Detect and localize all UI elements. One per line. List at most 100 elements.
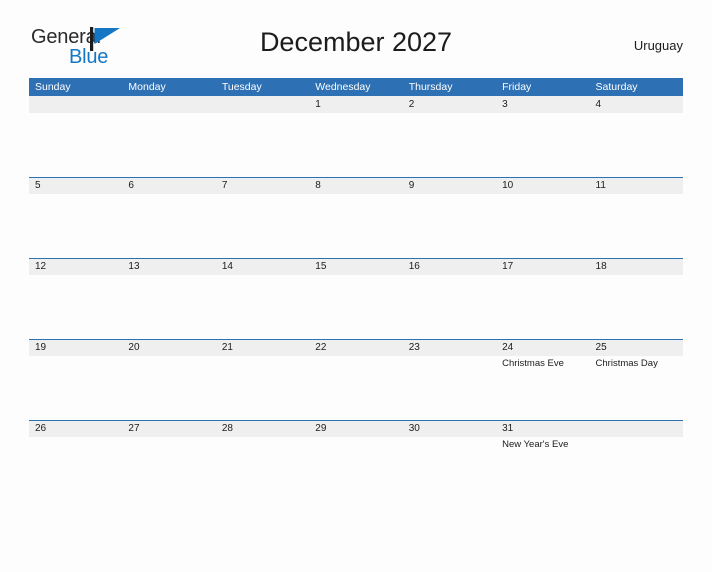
day-number-band: 22 xyxy=(309,339,403,356)
weekday-saturday: Saturday xyxy=(595,81,638,93)
week-row: 12 13 14 15 16 17 18 xyxy=(29,258,683,339)
day-cell[interactable]: 5 xyxy=(29,177,123,258)
day-cell[interactable]: 31 New Year's Eve xyxy=(496,420,590,498)
weekday-monday: Monday xyxy=(128,81,166,93)
day-cell[interactable]: 23 xyxy=(402,339,497,420)
day-number: 4 xyxy=(595,99,602,110)
day-cell[interactable]: 11 xyxy=(589,177,683,258)
day-cell[interactable]: 19 xyxy=(29,339,123,420)
day-number: 13 xyxy=(128,261,140,272)
day-cell[interactable]: 13 xyxy=(122,258,216,339)
day-cell[interactable]: 22 xyxy=(309,339,403,420)
day-number: 6 xyxy=(128,180,134,191)
day-number-band: 25 xyxy=(589,339,683,356)
week-row: 1 2 3 4 xyxy=(29,96,683,177)
day-cell[interactable] xyxy=(215,96,310,177)
day-number: 17 xyxy=(502,261,514,272)
day-number-band: 7 xyxy=(215,177,310,194)
day-number: 9 xyxy=(408,180,415,191)
day-number: 21 xyxy=(221,342,233,353)
day-number-band: 17 xyxy=(496,258,590,275)
day-cell[interactable]: 18 xyxy=(589,258,683,339)
day-number-band: 3 xyxy=(496,96,590,113)
day-number-band: 13 xyxy=(122,258,216,275)
day-number-band xyxy=(215,96,310,113)
day-cell[interactable]: 9 xyxy=(402,177,497,258)
week-row: 19 20 21 22 23 24 Christmas Eve 25 Chris… xyxy=(29,339,683,420)
day-number-band: 18 xyxy=(589,258,683,275)
day-cell[interactable]: 10 xyxy=(496,177,590,258)
day-cell[interactable]: 3 xyxy=(496,96,590,177)
day-number: 29 xyxy=(315,423,327,434)
day-cell[interactable]: 4 xyxy=(589,96,683,177)
day-number: 8 xyxy=(315,180,321,191)
day-number-band: 16 xyxy=(402,258,497,275)
day-number: 12 xyxy=(35,261,47,272)
day-number-band: 10 xyxy=(496,177,590,194)
day-number-band: 6 xyxy=(122,177,216,194)
day-number: 23 xyxy=(408,342,420,353)
day-number: 22 xyxy=(315,342,327,353)
day-cell[interactable]: 8 xyxy=(309,177,403,258)
day-number-band: 27 xyxy=(122,420,216,437)
page-title: December 2027 xyxy=(259,27,453,57)
day-number-band: 2 xyxy=(402,96,497,113)
day-number-band: 20 xyxy=(122,339,216,356)
day-cell[interactable]: 15 xyxy=(309,258,403,339)
day-cell[interactable]: 28 xyxy=(215,420,310,498)
day-number-band: 31 xyxy=(496,420,590,437)
day-number-band: 11 xyxy=(589,177,683,194)
day-cell[interactable]: 12 xyxy=(29,258,123,339)
day-cell[interactable] xyxy=(122,96,216,177)
week-row: 5 6 7 8 9 10 11 xyxy=(29,177,683,258)
day-event: New Year's Eve xyxy=(502,439,569,450)
day-cell[interactable]: 1 xyxy=(309,96,403,177)
day-number-band: 15 xyxy=(309,258,403,275)
day-number-band: 4 xyxy=(589,96,683,113)
day-event: Christmas Eve xyxy=(502,358,564,369)
day-number-band: 19 xyxy=(29,339,123,356)
day-number: 7 xyxy=(221,180,228,191)
day-number: 16 xyxy=(408,261,420,272)
day-number: 18 xyxy=(595,261,607,272)
calendar-region-label: Uruguay xyxy=(633,38,683,53)
day-cell[interactable]: 30 xyxy=(402,420,497,498)
day-cell[interactable]: 25 Christmas Day xyxy=(589,339,683,420)
day-cell[interactable]: 16 xyxy=(402,258,497,339)
day-number: 30 xyxy=(408,423,420,434)
day-cell[interactable]: 24 Christmas Eve xyxy=(496,339,590,420)
day-number-band xyxy=(29,96,123,113)
day-number: 2 xyxy=(408,99,415,110)
page-header: General Blue December 2027 Uruguay xyxy=(29,22,683,78)
day-number-band: 26 xyxy=(29,420,123,437)
weekday-friday: Friday xyxy=(502,81,532,93)
day-cell[interactable]: 21 xyxy=(215,339,310,420)
day-number-band: 5 xyxy=(29,177,123,194)
day-cell[interactable]: 2 xyxy=(402,96,497,177)
day-number-band: 8 xyxy=(309,177,403,194)
day-cell[interactable]: 26 xyxy=(29,420,123,498)
day-number-band: 12 xyxy=(29,258,123,275)
day-cell[interactable]: 7 xyxy=(215,177,310,258)
day-number: 26 xyxy=(35,423,47,434)
day-cell[interactable]: 27 xyxy=(122,420,216,498)
day-cell[interactable]: 20 xyxy=(122,339,216,420)
week-row: 26 27 28 29 30 31 New Year's Eve xyxy=(29,420,683,498)
day-number-band: 24 xyxy=(496,339,590,356)
day-number: 24 xyxy=(502,342,514,353)
day-cell[interactable]: 17 xyxy=(496,258,590,339)
weekday-header-row: Sunday Monday Tuesday Wednesday Thursday… xyxy=(29,78,683,96)
day-number: 5 xyxy=(35,180,41,191)
day-number-band: 1 xyxy=(309,96,403,113)
day-cell[interactable]: 29 xyxy=(309,420,403,498)
day-number-band: 21 xyxy=(215,339,310,356)
day-cell[interactable] xyxy=(29,96,123,177)
weekday-sunday: Sunday xyxy=(35,81,71,93)
day-number: 31 xyxy=(502,423,514,434)
weekday-tuesday: Tuesday xyxy=(221,81,262,93)
day-number-band: 14 xyxy=(215,258,310,275)
day-cell[interactable]: 14 xyxy=(215,258,310,339)
day-cell[interactable]: 6 xyxy=(122,177,216,258)
day-cell[interactable] xyxy=(589,420,683,498)
day-number: 11 xyxy=(595,180,606,191)
